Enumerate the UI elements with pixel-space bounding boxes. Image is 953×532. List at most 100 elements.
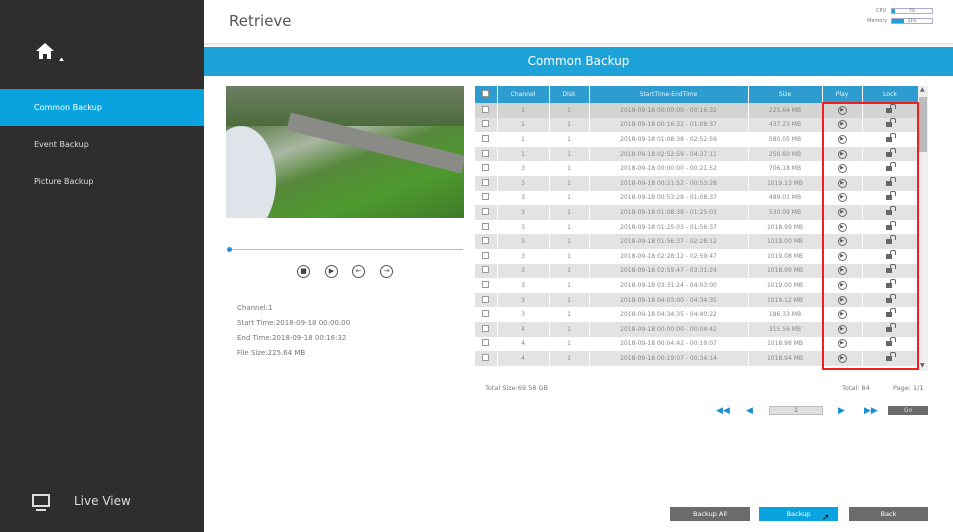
cell-channel: 3 [497, 219, 550, 235]
video-dome [226, 126, 276, 218]
header-disk[interactable]: Disk [549, 86, 590, 103]
home-icon[interactable] [35, 42, 64, 61]
row-checkbox[interactable] [482, 193, 490, 201]
row-checkbox[interactable] [482, 339, 490, 347]
row-checkbox[interactable] [482, 237, 490, 245]
forward-button[interactable]: → [380, 265, 393, 278]
page-indicator: Page: 1/1 [893, 384, 924, 392]
mouse-cursor-icon: ➚ [822, 513, 830, 523]
row-checkbox-cell[interactable] [475, 175, 498, 191]
row-checkbox-cell[interactable] [475, 190, 498, 206]
row-checkbox[interactable] [482, 149, 490, 157]
row-checkbox-cell[interactable] [475, 336, 498, 352]
cell-disk: 1 [549, 278, 590, 293]
row-checkbox[interactable] [482, 324, 490, 332]
video-preview[interactable] [226, 86, 464, 218]
row-checkbox-cell[interactable] [475, 132, 498, 147]
scroll-up-icon[interactable]: ▲ [920, 86, 925, 93]
cell-channel: 3 [497, 263, 550, 279]
row-checkbox-cell[interactable] [475, 117, 498, 133]
row-checkbox[interactable] [482, 120, 490, 128]
cell-channel: 3 [497, 161, 550, 176]
cell-disk: 1 [549, 103, 590, 118]
cell-time: 2018-09-18 01:08:38 - 02:52:59 [589, 132, 749, 147]
rewind-button[interactable]: ← [352, 265, 365, 278]
cell-size: 1019.13 MB [748, 175, 823, 191]
header-time[interactable]: StartTime-EndTime [589, 86, 749, 103]
memory-meter: 31% [891, 18, 933, 24]
cell-size: 1019.08 MB [748, 248, 823, 264]
cell-size: 1019.00 MB [748, 234, 823, 249]
sidebar-item-picture-backup[interactable]: Picture Backup [0, 163, 204, 200]
cell-size: 489.01 MB [748, 190, 823, 206]
cell-channel: 1 [497, 132, 550, 147]
backup-all-button[interactable]: Backup All [670, 507, 750, 521]
cell-time: 2018-09-18 00:00:00 - 00:16:32 [589, 103, 749, 118]
back-button[interactable]: Back [849, 507, 928, 521]
prev-page-icon[interactable]: ◀ [746, 406, 753, 416]
cell-disk: 1 [549, 292, 590, 308]
row-checkbox-cell[interactable] [475, 321, 498, 337]
row-checkbox[interactable] [482, 251, 490, 259]
scroll-down-icon[interactable]: ▼ [920, 362, 925, 369]
cell-disk: 1 [549, 234, 590, 249]
row-checkbox[interactable] [482, 295, 490, 303]
playback-slider[interactable] [229, 249, 463, 250]
first-page-icon[interactable]: ◀◀ [716, 406, 730, 416]
header-channel[interactable]: Channel [497, 86, 550, 103]
next-page-icon[interactable]: ▶ [838, 406, 845, 416]
cell-time: 2018-09-18 01:08:38 - 01:25:03 [589, 205, 749, 220]
row-checkbox-cell[interactable] [475, 161, 498, 176]
row-checkbox-cell[interactable] [475, 219, 498, 235]
cell-size: 250.60 MB [748, 146, 823, 162]
row-checkbox-cell[interactable] [475, 351, 498, 366]
row-checkbox-cell[interactable] [475, 292, 498, 308]
row-checkbox[interactable] [482, 207, 490, 215]
row-checkbox[interactable] [482, 280, 490, 288]
memory-fill [892, 19, 905, 23]
go-button[interactable]: Go [888, 406, 928, 415]
live-view-button[interactable]: Live View [32, 492, 172, 514]
cell-channel: 3 [497, 175, 550, 191]
highlight-box [822, 102, 919, 370]
row-checkbox-cell[interactable] [475, 248, 498, 264]
row-checkbox[interactable] [482, 178, 490, 186]
cell-channel: 1 [497, 146, 550, 162]
monitor-icon [32, 494, 50, 507]
cell-channel: 4 [497, 336, 550, 352]
row-checkbox-cell[interactable] [475, 307, 498, 322]
row-checkbox-cell[interactable] [475, 205, 498, 220]
row-checkbox-cell[interactable] [475, 146, 498, 162]
cell-channel: 3 [497, 205, 550, 220]
sidebar-item-event-backup[interactable]: Event Backup [0, 126, 204, 163]
cell-size: 1018.94 MB [748, 351, 823, 366]
select-all-header[interactable] [475, 86, 498, 103]
cell-time: 2018-09-18 00:00:00 - 00:21:52 [589, 161, 749, 176]
info-start-time: Start Time:2018-09-18 00:00:00 [237, 319, 351, 327]
row-checkbox[interactable] [482, 164, 490, 172]
row-checkbox-cell[interactable] [475, 234, 498, 249]
cell-disk: 1 [549, 146, 590, 162]
row-checkbox[interactable] [482, 222, 490, 230]
row-checkbox[interactable] [482, 266, 490, 274]
row-checkbox-cell[interactable] [475, 103, 498, 118]
row-checkbox-cell[interactable] [475, 263, 498, 279]
sidebar-item-common-backup[interactable]: Common Backup [0, 89, 204, 126]
row-checkbox[interactable] [482, 134, 490, 142]
stop-button[interactable]: ■ [297, 265, 310, 278]
row-checkbox[interactable] [482, 105, 490, 113]
cell-time: 2018-09-18 02:52:59 - 04:37:11 [589, 146, 749, 162]
cpu-label: CPU [876, 8, 887, 14]
last-page-icon[interactable]: ▶▶ [864, 406, 878, 416]
header-size[interactable]: Size [748, 86, 823, 103]
slider-handle[interactable] [227, 247, 232, 252]
cell-channel: 1 [497, 117, 550, 133]
select-all-checkbox[interactable] [482, 90, 490, 97]
page-input[interactable]: 1 [769, 406, 823, 415]
row-checkbox-cell[interactable] [475, 278, 498, 293]
row-checkbox[interactable] [482, 310, 490, 318]
scrollbar-thumb[interactable] [919, 97, 927, 152]
row-checkbox[interactable] [482, 353, 490, 361]
cell-channel: 3 [497, 234, 550, 249]
play-button[interactable]: ▶ [325, 265, 338, 278]
